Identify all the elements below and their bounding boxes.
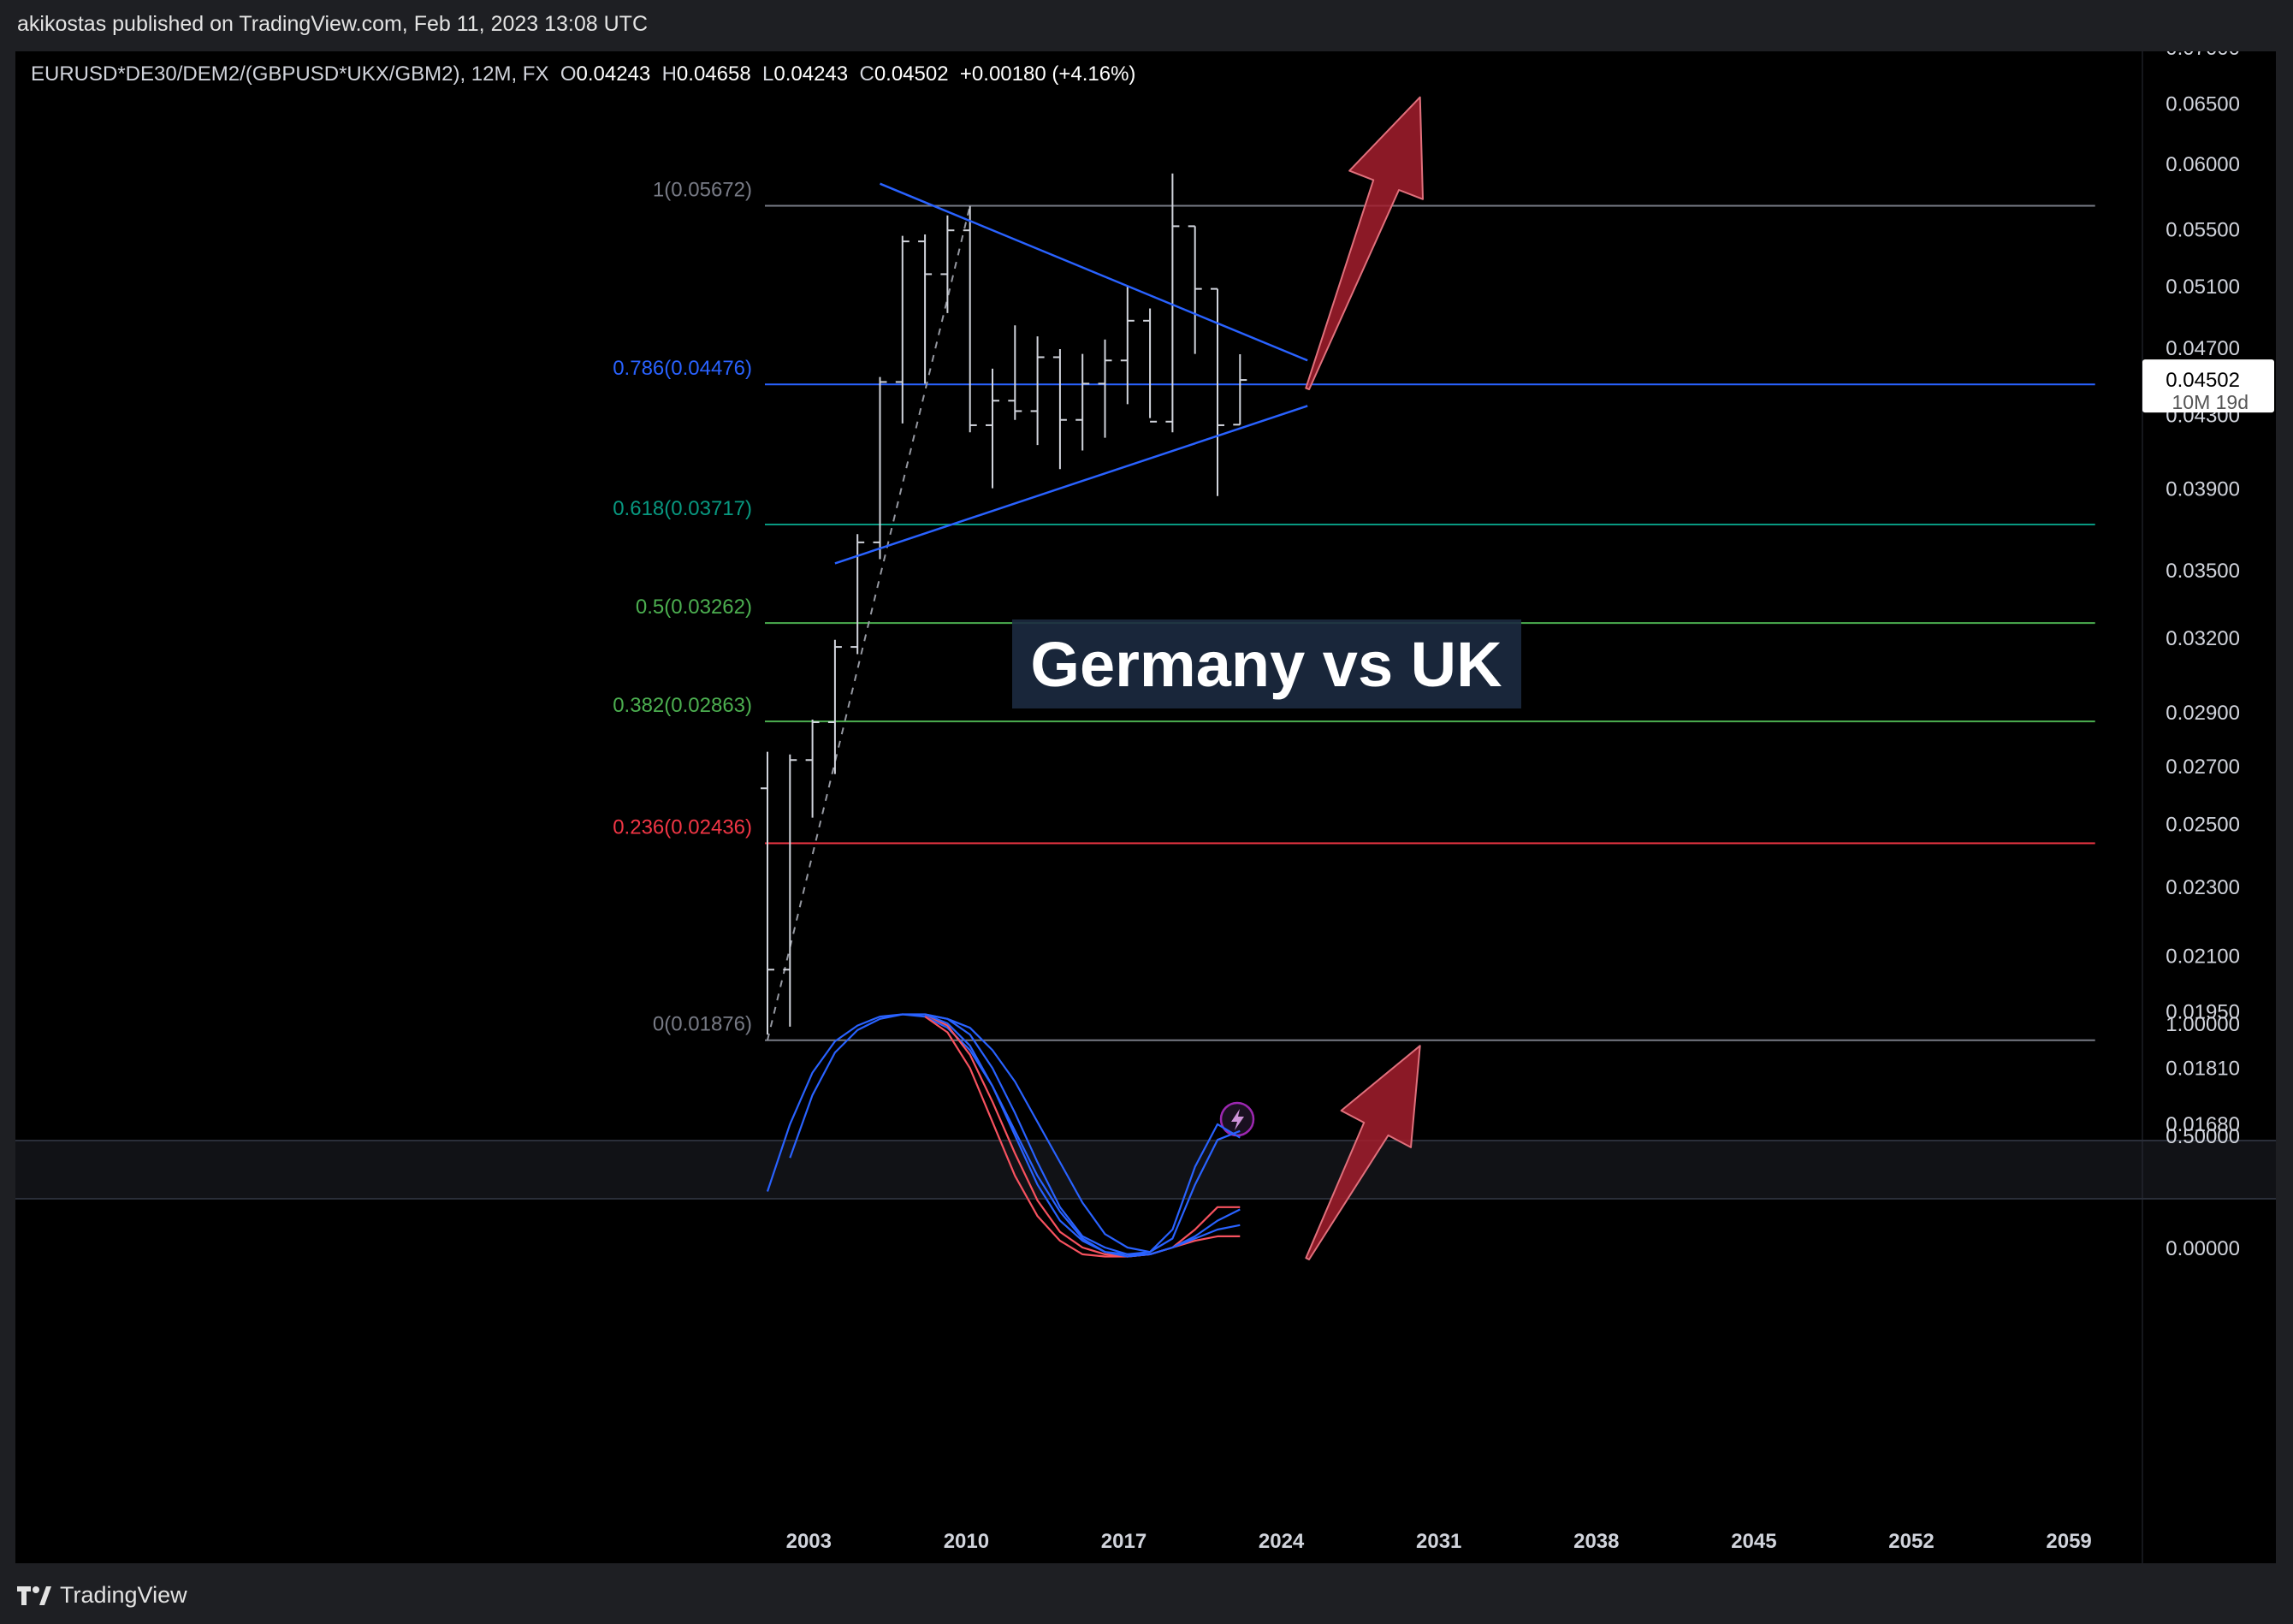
price-axis-tick: 0.06000 bbox=[2166, 153, 2240, 176]
price-axis-tick: 0.02500 bbox=[2166, 814, 2240, 837]
price-axis-tick: 0.02900 bbox=[2166, 702, 2240, 725]
price-axis-tick: 0.04700 bbox=[2166, 337, 2240, 360]
symbol-legend-part: O bbox=[560, 62, 577, 86]
chart-svg[interactable]: 1(0.05672) 0.786(0.04476) 0.618(0.03717) 0.… bbox=[15, 51, 2276, 1563]
fib-level-label: 0.786(0.04476) bbox=[613, 357, 752, 380]
time-axis-tick: 2017 bbox=[1101, 1530, 1146, 1553]
price-axis-tick: 0.01810 bbox=[2166, 1057, 2240, 1080]
price-pane-bg bbox=[15, 51, 2276, 1141]
price-axis-tick: 0.03200 bbox=[2166, 627, 2240, 650]
fib-level-label: 0(0.01876) bbox=[653, 1013, 752, 1036]
symbol-legend-part: 0.04502 bbox=[874, 62, 960, 86]
tradingview-logo-icon bbox=[17, 1585, 51, 1607]
fib-level-label: 0.618(0.03717) bbox=[613, 497, 752, 520]
annotation-label: Germany vs UK bbox=[1012, 619, 1521, 708]
oscillator-axis-tick: 1.00000 bbox=[2166, 1013, 2240, 1036]
publisher-line: akikostas published on TradingView.com, … bbox=[17, 12, 649, 36]
price-axis-tick: 0.05100 bbox=[2166, 276, 2240, 299]
fib-level-label: 1(0.05672) bbox=[653, 178, 752, 201]
current-price-value: 0.04502 bbox=[2166, 369, 2240, 392]
publisher-header: akikostas published on TradingView.com, … bbox=[0, 0, 2293, 51]
time-axis-tick: 2059 bbox=[2046, 1530, 2091, 1553]
time-axis-tick: 2052 bbox=[1888, 1530, 1934, 1553]
chart-area[interactable]: 1(0.05672) 0.786(0.04476) 0.618(0.03717) 0.… bbox=[15, 51, 2276, 1563]
fib-level-label: 0.5(0.03262) bbox=[636, 596, 752, 619]
time-axis-tick: 2031 bbox=[1416, 1530, 1461, 1553]
tradingview-logo[interactable]: TradingView bbox=[17, 1582, 187, 1609]
oscillator-axis-tick: 0.50000 bbox=[2166, 1125, 2240, 1148]
symbol-legend-part: +0.00180 (+4.16%) bbox=[960, 62, 1136, 86]
symbol-legend-part: 0.04243 bbox=[773, 62, 859, 86]
fib-level-label: 0.236(0.02436) bbox=[613, 815, 752, 839]
oscillator-axis-tick: 0.00000 bbox=[2166, 1237, 2240, 1260]
bar-countdown: 10M 19d bbox=[2172, 391, 2249, 413]
symbol-legend-part: H bbox=[662, 62, 677, 86]
price-axis-tick: 0.02100 bbox=[2166, 945, 2240, 968]
price-axis-tick: 0.02300 bbox=[2166, 876, 2240, 899]
symbol-legend-part: C bbox=[859, 62, 874, 86]
footer-bar: TradingView bbox=[0, 1563, 2293, 1624]
lightning-icon bbox=[1219, 1101, 1255, 1137]
current-price-badge: 0.0450210M 19d bbox=[2142, 359, 2274, 413]
symbol-legend-part: L bbox=[762, 62, 773, 86]
price-axis-tick: 0.06500 bbox=[2166, 92, 2240, 116]
price-axis-tick: 0.07000 bbox=[2166, 51, 2240, 60]
time-axis-tick: 2024 bbox=[1259, 1530, 1305, 1553]
time-axis-tick: 2003 bbox=[786, 1530, 832, 1553]
tradingview-brand: TradingView bbox=[60, 1582, 187, 1608]
time-axis-tick: 2045 bbox=[1731, 1530, 1776, 1553]
symbol-legend-part: 0.04243 bbox=[576, 62, 661, 86]
price-axis-tick: 0.03500 bbox=[2166, 560, 2240, 583]
annotation-text: Germany vs UK bbox=[1030, 629, 1502, 700]
price-axis-tick: 0.03900 bbox=[2166, 478, 2240, 501]
pane-separator bbox=[15, 1141, 2276, 1199]
symbol-legend: EURUSD*DE30/DEM2/(GBPUSD*UKX/GBM2), 12M,… bbox=[31, 62, 1135, 86]
symbol-legend-part: EURUSD*DE30/DEM2/(GBPUSD*UKX/GBM2), 12M,… bbox=[31, 62, 560, 86]
time-axis-tick: 2038 bbox=[1573, 1530, 1619, 1553]
fib-level-label: 0.382(0.02863) bbox=[613, 694, 752, 717]
price-axis-tick: 0.05500 bbox=[2166, 219, 2240, 242]
time-axis-tick: 2010 bbox=[944, 1530, 989, 1553]
symbol-legend-part: 0.04658 bbox=[677, 62, 762, 86]
price-axis-tick: 0.02700 bbox=[2166, 756, 2240, 779]
